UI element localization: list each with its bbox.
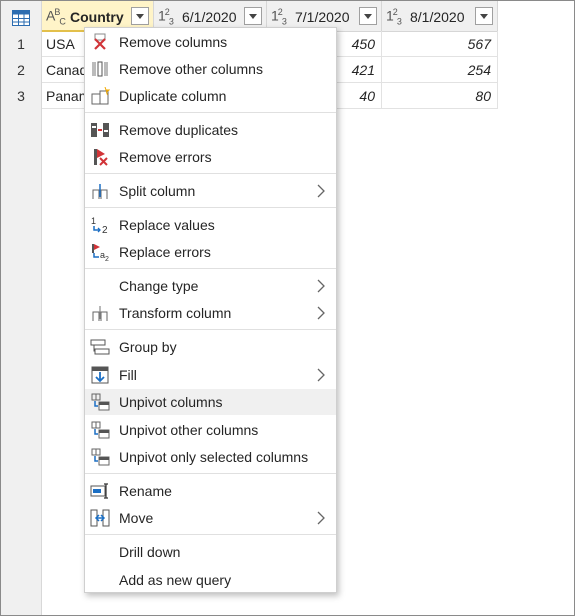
menu-item-label: Remove errors bbox=[119, 149, 212, 165]
menu-item-label: Change type bbox=[119, 278, 199, 294]
menu-separator bbox=[85, 329, 336, 330]
remove-errors-icon bbox=[94, 149, 108, 166]
menu-item-label: Fill bbox=[119, 367, 137, 383]
split-column-icon bbox=[92, 184, 108, 199]
text-type-icon[interactable]: ABC bbox=[46, 7, 66, 26]
menu-item-fill[interactable]: Fill bbox=[85, 362, 336, 388]
chevron-right-icon bbox=[317, 279, 325, 293]
menu-separator bbox=[85, 473, 336, 474]
chevron-right-icon bbox=[317, 184, 325, 198]
menu-item-label: Remove other columns bbox=[119, 61, 263, 77]
group-by-icon bbox=[90, 339, 110, 355]
menu-item-drill-down[interactable]: Drill down bbox=[85, 539, 336, 565]
column-dropdown-button[interactable] bbox=[359, 7, 377, 25]
menu-item-unpivot-columns[interactable]: Unpivot columns bbox=[85, 389, 336, 415]
column-name: 6/1/2020 bbox=[182, 9, 237, 25]
chevron-right-icon bbox=[317, 306, 325, 320]
menu-item-label: Move bbox=[119, 510, 154, 526]
menu-item-change-type[interactable]: Change type bbox=[85, 273, 336, 299]
menu-item-split-column[interactable]: Split column bbox=[85, 178, 336, 204]
menu-separator bbox=[85, 268, 336, 269]
menu-item-label: Replace values bbox=[119, 217, 215, 233]
svg-text:2: 2 bbox=[105, 256, 109, 261]
menu-item-remove-columns[interactable]: Remove columns bbox=[85, 29, 336, 55]
menu-item-transform-column[interactable]: Transform column bbox=[85, 300, 336, 326]
column-header-8-1-2020[interactable]: 123 8/1/2020 bbox=[382, 1, 498, 32]
menu-item-replace-errors[interactable]: a 2 Replace errors bbox=[85, 239, 336, 265]
column-context-menu: Remove columns Remove other columns Dupl… bbox=[84, 27, 337, 593]
menu-item-label: Split column bbox=[119, 183, 196, 199]
menu-item-label: Rename bbox=[119, 483, 172, 499]
table-cell[interactable]: 254 bbox=[382, 57, 498, 83]
menu-item-label: Unpivot only selected columns bbox=[119, 449, 309, 465]
remove-duplicates-icon bbox=[91, 123, 109, 137]
replace-values-icon: 1 2 bbox=[91, 216, 108, 234]
chevron-right-icon bbox=[317, 368, 325, 382]
row-number: 3 bbox=[17, 88, 25, 104]
svg-text:1: 1 bbox=[91, 216, 96, 226]
move-icon bbox=[90, 509, 110, 527]
menu-item-unpivot-other-columns[interactable]: Unpivot other columns bbox=[85, 417, 336, 443]
transform-column-icon bbox=[92, 306, 108, 321]
chevron-right-icon bbox=[317, 511, 325, 525]
menu-separator bbox=[85, 534, 336, 535]
menu-item-remove-other-columns[interactable]: Remove other columns bbox=[85, 56, 336, 82]
menu-item-label: Add as new query bbox=[119, 572, 232, 588]
duplicate-column-icon bbox=[91, 87, 110, 105]
menu-item-label: Unpivot columns bbox=[119, 394, 223, 410]
column-dropdown-button[interactable] bbox=[475, 7, 493, 25]
column-dropdown-button[interactable] bbox=[244, 7, 262, 25]
unpivot-columns-icon bbox=[91, 393, 110, 411]
table-icon[interactable] bbox=[12, 10, 30, 26]
remove-other-columns-icon bbox=[92, 61, 108, 77]
column-name: 8/1/2020 bbox=[410, 9, 465, 25]
menu-separator bbox=[85, 112, 336, 113]
table-cell[interactable]: 80 bbox=[382, 83, 498, 109]
menu-separator bbox=[85, 207, 336, 208]
menu-item-remove-duplicates[interactable]: Remove duplicates bbox=[85, 117, 336, 143]
menu-item-label: Drill down bbox=[119, 544, 181, 560]
menu-item-label: Unpivot other columns bbox=[119, 422, 259, 438]
menu-item-label: Replace errors bbox=[119, 244, 211, 260]
column-name: 7/1/2020 bbox=[295, 9, 350, 25]
fill-icon bbox=[91, 366, 109, 384]
menu-item-remove-errors[interactable]: Remove errors bbox=[85, 144, 336, 170]
menu-item-group-by[interactable]: Group by bbox=[85, 334, 336, 360]
menu-separator bbox=[85, 173, 336, 174]
table-cell[interactable]: 567 bbox=[382, 31, 498, 57]
menu-item-move[interactable]: Move bbox=[85, 505, 336, 531]
column-dropdown-button[interactable] bbox=[131, 7, 149, 25]
menu-item-label: Duplicate column bbox=[119, 88, 227, 104]
menu-item-duplicate-column[interactable]: Duplicate column bbox=[85, 83, 336, 109]
remove-columns-icon bbox=[94, 33, 106, 50]
svg-text:2: 2 bbox=[102, 225, 108, 234]
unpivot-other-columns-icon bbox=[91, 421, 110, 439]
number-type-icon[interactable]: 123 bbox=[158, 7, 174, 26]
unpivot-selected-columns-icon bbox=[91, 448, 110, 466]
number-type-icon[interactable]: 123 bbox=[271, 7, 287, 26]
column-name: Country bbox=[70, 9, 124, 25]
menu-item-unpivot-only-selected-columns[interactable]: Unpivot only selected columns bbox=[85, 444, 336, 470]
menu-item-label: Group by bbox=[119, 339, 177, 355]
row-number: 1 bbox=[17, 36, 25, 52]
menu-item-rename[interactable]: Rename bbox=[85, 478, 336, 504]
menu-item-add-as-new-query[interactable]: Add as new query bbox=[85, 567, 336, 593]
menu-item-replace-values[interactable]: 1 2 Replace values bbox=[85, 212, 336, 238]
menu-item-label: Remove duplicates bbox=[119, 122, 239, 138]
rename-icon bbox=[90, 483, 108, 499]
menu-item-label: Remove columns bbox=[119, 34, 228, 50]
row-number: 2 bbox=[17, 62, 25, 78]
menu-item-label: Transform column bbox=[119, 305, 232, 321]
number-type-icon[interactable]: 123 bbox=[386, 7, 402, 26]
replace-errors-icon: a 2 bbox=[92, 244, 109, 261]
